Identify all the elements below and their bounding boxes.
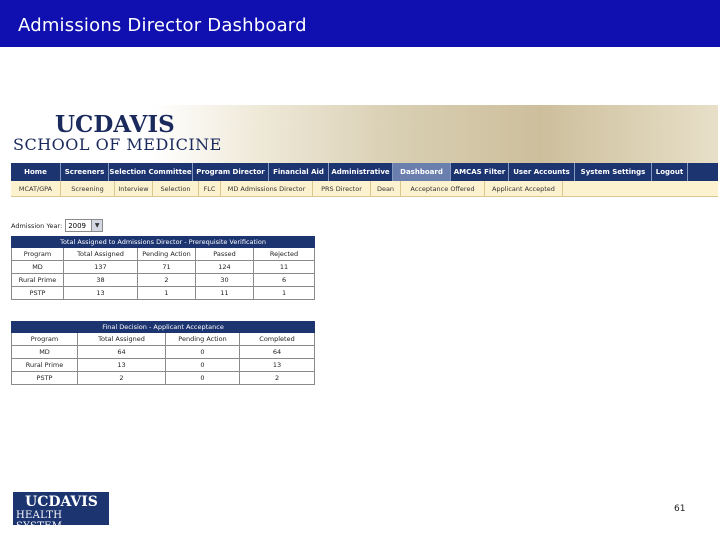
nav-item-selection-committee[interactable]: Selection Committee — [109, 163, 193, 181]
nav-item-dashboard[interactable]: Dashboard — [393, 163, 451, 181]
main-nav: Home Screeners Selection Committee Progr… — [11, 163, 718, 181]
nav-item-user-accounts[interactable]: User Accounts — [509, 163, 575, 181]
table-caption: Total Assigned to Admissions Director - … — [11, 236, 316, 248]
table-cell: 1 — [252, 286, 316, 300]
table-cell: 30 — [195, 273, 254, 287]
table-cell: 1 — [137, 286, 196, 300]
nav-item-program-director[interactable]: Program Director — [193, 163, 269, 181]
column-header: Program — [11, 332, 78, 346]
table-cell: 2 — [137, 273, 196, 287]
subnav-item-prs-director[interactable]: PRS Director — [313, 181, 371, 197]
table-cell: 0 — [165, 358, 240, 372]
column-header: Passed — [195, 247, 254, 261]
table-row: MD 64 0 64 — [11, 345, 316, 359]
table-caption: Final Decision - Applicant Acceptance — [11, 321, 316, 333]
admission-year-select[interactable]: 2009 ▼ — [65, 219, 104, 232]
table-cell: 137 — [63, 260, 138, 274]
subnav-item-dean[interactable]: Dean — [371, 181, 401, 197]
column-header: Program — [11, 247, 64, 261]
table-cell: 2 — [77, 371, 166, 385]
admission-year-label: Admission Year: — [11, 221, 63, 230]
column-header: Pending Action — [165, 332, 240, 346]
title-bar: Admissions Director Dashboard — [0, 0, 720, 47]
table-row: MD 137 71 124 11 — [11, 260, 316, 274]
table-row: Rural Prime 38 2 30 6 — [11, 273, 316, 287]
nav-item-system-settings[interactable]: System Settings — [575, 163, 652, 181]
subnav-item-md-admissions-director[interactable]: MD Admissions Director — [221, 181, 313, 197]
table-row: PSTP 2 0 2 — [11, 371, 316, 385]
column-header: Total Assigned — [77, 332, 166, 346]
subnav-item-acceptance-offered[interactable]: Acceptance Offered — [401, 181, 485, 197]
table-cell: PSTP — [11, 371, 78, 385]
table-cell: 0 — [165, 371, 240, 385]
subnav-item-selection[interactable]: Selection — [153, 181, 199, 197]
table-cell: 38 — [63, 273, 138, 287]
uc-davis-health-system-logo: UCDAVIS HEALTH SYSTEM — [13, 492, 109, 532]
nav-item-administrative[interactable]: Administrative — [329, 163, 393, 181]
nav-item-screeners[interactable]: Screeners — [61, 163, 109, 181]
ucdavis-logo: UCDAVIS — [55, 111, 175, 138]
chevron-down-icon[interactable]: ▼ — [91, 220, 103, 231]
table-cell: 0 — [165, 345, 240, 359]
column-header: Total Assigned — [63, 247, 138, 261]
table-cell: 2 — [238, 371, 316, 385]
table-cell: 124 — [195, 260, 254, 274]
table-cell: 64 — [238, 345, 316, 359]
slide: Admissions Director Dashboard UCDAVIS SC… — [0, 0, 720, 540]
table-cell: 11 — [252, 260, 316, 274]
table-cell: Rural Prime — [11, 273, 64, 287]
column-header: Rejected — [252, 247, 316, 261]
subnav-item-mcat-gpa[interactable]: MCAT/GPA — [11, 181, 61, 197]
column-header: Completed — [238, 332, 316, 346]
dashboard-screenshot: UCDAVIS SCHOOL OF MEDICINE Home Screener… — [11, 105, 718, 402]
table-cell: MD — [11, 345, 78, 359]
applicant-acceptance-table: Final Decision - Applicant Acceptance Pr… — [11, 321, 316, 385]
site-banner: UCDAVIS SCHOOL OF MEDICINE — [11, 105, 718, 163]
subnav-item-flc[interactable]: FLC — [199, 181, 221, 197]
table-row: Rural Prime 13 0 13 — [11, 358, 316, 372]
table-cell: 11 — [195, 286, 254, 300]
admission-year-value: 2009 — [68, 221, 87, 230]
footer-logo-health: HEALTH SYSTEM — [16, 510, 63, 532]
nav-item-logout[interactable]: Logout — [652, 163, 688, 181]
column-header: Pending Action — [137, 247, 196, 261]
school-of-medicine-logo: SCHOOL OF MEDICINE — [13, 135, 222, 154]
subnav-item-applicant-accepted[interactable]: Applicant Accepted — [485, 181, 563, 197]
table-cell: 13 — [77, 358, 166, 372]
subnav-item-screening[interactable]: Screening — [61, 181, 115, 197]
table-cell: 13 — [238, 358, 316, 372]
table-cell: Rural Prime — [11, 358, 78, 372]
nav-item-home[interactable]: Home — [11, 163, 61, 181]
nav-item-amcas-filter[interactable]: AMCAS Filter — [451, 163, 509, 181]
table-row: PSTP 13 1 11 1 — [11, 286, 316, 300]
table-cell: 13 — [63, 286, 138, 300]
admission-year-filter: Admission Year: 2009 ▼ — [11, 219, 104, 232]
table-cell: 64 — [77, 345, 166, 359]
prerequisite-verification-table: Total Assigned to Admissions Director - … — [11, 236, 316, 300]
table-cell: PSTP — [11, 286, 64, 300]
table-cell: 6 — [252, 273, 316, 287]
slide-title: Admissions Director Dashboard — [18, 15, 307, 36]
table-cell: MD — [11, 260, 64, 274]
nav-item-financial-aid[interactable]: Financial Aid — [269, 163, 329, 181]
sub-nav: MCAT/GPA Screening Interview Selection F… — [11, 181, 718, 197]
page-number: 61 — [674, 504, 686, 514]
subnav-item-interview[interactable]: Interview — [115, 181, 153, 197]
table-cell: 71 — [137, 260, 196, 274]
footer-logo-uc: UCDAVIS — [25, 494, 98, 510]
